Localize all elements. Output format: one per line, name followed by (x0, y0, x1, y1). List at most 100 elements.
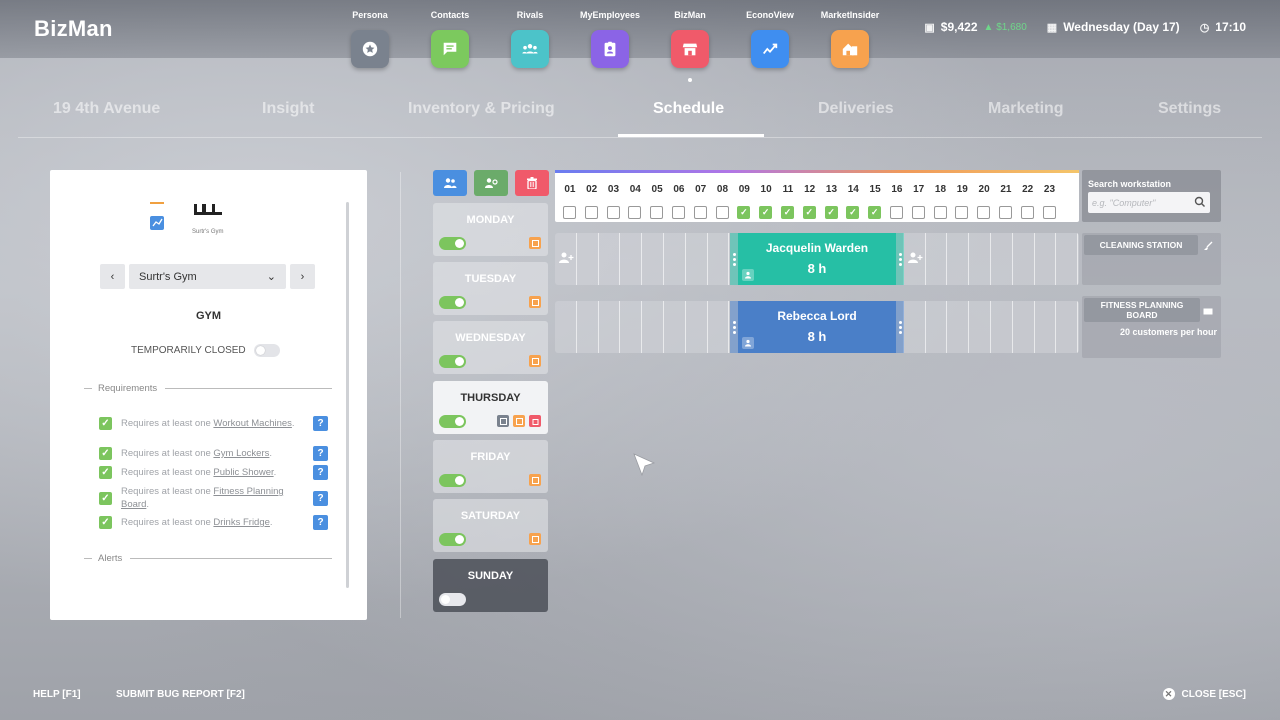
requirement-link[interactable]: Public Shower (213, 467, 273, 478)
hour-slot[interactable] (642, 233, 664, 285)
day-saturday[interactable]: SATURDAY (433, 499, 548, 552)
copy-icon[interactable] (529, 296, 541, 308)
help-icon[interactable]: ? (313, 416, 328, 431)
hour-checkbox[interactable] (933, 206, 947, 219)
hour-slot[interactable] (1035, 233, 1057, 285)
app-contacts[interactable]: Contacts (410, 10, 490, 68)
business-dropdown[interactable]: Surtr's Gym ⌄ (129, 264, 286, 289)
duplicate-icon[interactable] (497, 415, 509, 427)
requirement-link[interactable]: Workout Machines (213, 418, 292, 429)
day-toggle[interactable] (439, 593, 466, 606)
requirement-link[interactable]: Drinks Fridge (213, 517, 270, 528)
hour-checkbox[interactable]: ✓ (824, 206, 838, 219)
hour-checkbox[interactable] (584, 206, 598, 219)
help-icon[interactable]: ? (313, 515, 328, 530)
tab-settings[interactable]: Settings (1158, 100, 1221, 118)
hour-slot[interactable] (1013, 301, 1035, 353)
hour-slot[interactable] (969, 233, 991, 285)
hour-checkbox[interactable] (977, 206, 991, 219)
search-input[interactable] (1088, 192, 1210, 213)
hour-checkbox[interactable]: ✓ (802, 206, 816, 219)
tab-insight[interactable]: Insight (262, 100, 314, 118)
hour-checkbox[interactable]: ✓ (868, 206, 882, 219)
hour-checkbox[interactable] (628, 206, 642, 219)
help-icon[interactable]: ? (313, 465, 328, 480)
add-person-icon[interactable] (558, 251, 574, 265)
hour-slot[interactable] (1056, 301, 1079, 353)
tab-inventory-pricing[interactable]: Inventory & Pricing (408, 100, 555, 118)
hour-checkbox[interactable] (606, 206, 620, 219)
hour-slot[interactable] (599, 301, 621, 353)
hour-checkbox[interactable] (563, 206, 576, 219)
requirement-link[interactable]: Gym Lockers (213, 448, 269, 459)
hour-slot[interactable] (599, 233, 621, 285)
help-icon[interactable]: ? (313, 446, 328, 461)
copy-icon[interactable] (529, 237, 541, 249)
hour-slot[interactable] (947, 233, 970, 285)
app-rivals[interactable]: Rivals (490, 10, 570, 68)
hour-slot[interactable] (577, 301, 599, 353)
employee-settings-button[interactable] (474, 170, 508, 196)
hour-slot[interactable] (926, 301, 948, 353)
day-toggle[interactable] (439, 474, 466, 487)
hour-checkbox[interactable]: ✓ (846, 206, 860, 219)
copy-icon[interactable] (529, 533, 541, 545)
day-thursday[interactable]: THURSDAY (433, 381, 548, 434)
shift-start-handle[interactable] (730, 301, 738, 353)
day-toggle[interactable] (439, 355, 466, 368)
day-sunday[interactable]: SUNDAY (433, 559, 548, 612)
hour-slot[interactable] (926, 233, 948, 285)
hour-slot[interactable] (686, 301, 708, 353)
app-econoview[interactable]: EconoView (730, 10, 810, 68)
workstation-name[interactable]: CLEANING STATION (1084, 235, 1198, 255)
day-wednesday[interactable]: WEDNESDAY (433, 321, 548, 374)
hour-checkbox[interactable] (955, 206, 969, 219)
day-toggle[interactable] (439, 237, 466, 250)
delete-schedule-button[interactable] (515, 170, 549, 196)
assign-employees-button[interactable] (433, 170, 467, 196)
hour-checkbox[interactable] (911, 206, 925, 219)
next-business-button[interactable]: › (290, 264, 315, 289)
day-monday[interactable]: MONDAY (433, 203, 548, 256)
hour-checkbox[interactable] (890, 206, 903, 219)
hour-slot[interactable] (577, 233, 599, 285)
hour-slot[interactable] (642, 301, 664, 353)
hour-checkbox[interactable] (715, 206, 729, 219)
copy-icon[interactable] (513, 415, 525, 427)
app-persona[interactable]: Persona (330, 10, 410, 68)
hour-slot[interactable] (1056, 233, 1079, 285)
prev-business-button[interactable]: ‹ (100, 264, 125, 289)
schedule-lane[interactable]: Jacquelin Warden 8 h (555, 233, 1079, 285)
hour-slot[interactable] (708, 233, 730, 285)
hour-slot[interactable] (708, 301, 730, 353)
shift-end-handle[interactable] (896, 301, 904, 353)
tab-address[interactable]: 19 4th Avenue (53, 100, 160, 118)
workstation-name[interactable]: FITNESS PLANNING BOARD (1084, 298, 1200, 322)
hour-slot[interactable] (555, 301, 577, 353)
hour-checkbox[interactable] (1042, 206, 1056, 219)
hour-slot[interactable] (620, 233, 643, 285)
copy-icon[interactable] (529, 355, 541, 367)
hour-checkbox[interactable] (1020, 206, 1034, 219)
hour-checkbox[interactable] (672, 206, 685, 219)
hour-slot[interactable] (664, 301, 686, 353)
add-person-icon[interactable] (907, 251, 923, 265)
hour-checkbox[interactable] (650, 206, 664, 219)
help-icon[interactable]: ? (313, 490, 328, 506)
app-bizman[interactable]: BizMan (650, 10, 730, 82)
shift-block[interactable]: Rebecca Lord 8 h (738, 301, 896, 353)
shift-block[interactable]: Jacquelin Warden 8 h (738, 233, 896, 285)
hour-checkbox[interactable] (999, 206, 1012, 219)
hour-checkbox[interactable]: ✓ (759, 206, 773, 219)
hour-checkbox[interactable]: ✓ (737, 206, 751, 219)
hour-slot[interactable] (991, 301, 1013, 353)
hour-slot[interactable] (991, 233, 1013, 285)
tab-schedule[interactable]: Schedule (653, 100, 724, 118)
schedule-lane[interactable]: Rebecca Lord 8 h (555, 301, 1079, 353)
temporarily-closed-toggle[interactable] (253, 344, 280, 357)
hour-slot[interactable] (620, 301, 643, 353)
hour-slot[interactable] (686, 233, 708, 285)
day-toggle[interactable] (439, 296, 466, 309)
hour-slot[interactable] (664, 233, 686, 285)
hour-slot[interactable] (1013, 233, 1035, 285)
